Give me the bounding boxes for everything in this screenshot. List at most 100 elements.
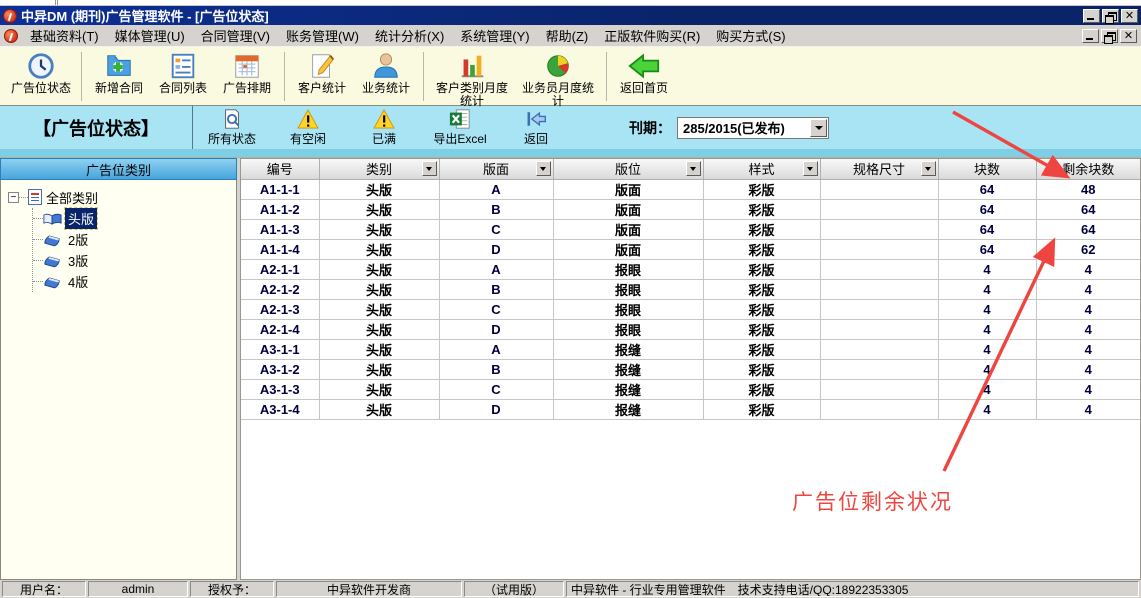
table-row[interactable]: A3-1-2头版B报缝彩版44: [241, 359, 1140, 379]
menu-item[interactable]: 购买方式(S): [708, 24, 793, 47]
column-filter-button[interactable]: [536, 161, 551, 176]
menu-item[interactable]: 媒体管理(U): [107, 24, 193, 47]
table-row[interactable]: A2-1-3头版C报眼彩版44: [241, 299, 1140, 319]
menu-item[interactable]: 帮助(Z): [538, 24, 597, 47]
tree-root-all-categories[interactable]: − 全部类别: [3, 186, 234, 208]
table-row[interactable]: A3-1-4头版D报缝彩版44: [241, 399, 1140, 419]
toolbar-button[interactable]: 返回首页: [612, 49, 676, 104]
table-row[interactable]: A2-1-1头版A报眼彩版44: [241, 259, 1140, 279]
return-arrow-icon: [525, 109, 547, 129]
table-row[interactable]: A2-1-2头版B报眼彩版44: [241, 279, 1140, 299]
mdi-close-button[interactable]: [1120, 29, 1137, 43]
toolbar-button-label: 业务统计: [362, 82, 410, 95]
combo-dropdown-button[interactable]: [810, 119, 827, 137]
tree-item-2版[interactable]: 2版: [33, 229, 234, 250]
status-cell: 中异软件开发商: [276, 581, 462, 597]
filter-state-button[interactable]: 有空闲: [277, 108, 339, 148]
tree-item-3版[interactable]: 3版: [33, 250, 234, 271]
cell-块数: 4: [938, 399, 1036, 419]
toolbar-separator: [606, 52, 607, 101]
issue-combobox[interactable]: 285/2015(已发布): [677, 117, 829, 139]
toolbar-separator: [284, 52, 285, 101]
issue-selector: 刊期： 285/2015(已发布): [629, 117, 829, 139]
table-row[interactable]: A1-1-3头版C版面彩版6464: [241, 219, 1140, 239]
cell-块数: 64: [938, 219, 1036, 239]
warning-icon: [373, 109, 395, 129]
toolbar-button-label: 客户统计: [298, 82, 346, 95]
table-row[interactable]: A1-1-4头版D版面彩版6462: [241, 239, 1140, 259]
menu-item[interactable]: 统计分析(X): [367, 24, 452, 47]
toolbar-separator: [423, 52, 424, 101]
menu-item[interactable]: 合同管理(V): [193, 24, 278, 47]
menu-item[interactable]: 账务管理(W): [278, 24, 367, 47]
tree-item-label: 4版: [65, 271, 91, 292]
menu-item[interactable]: 系统管理(Y): [452, 24, 537, 47]
filter-state-button[interactable]: 所有状态: [201, 108, 263, 148]
chevron-down-icon: [925, 167, 931, 171]
radio-tower-icon: [4, 29, 18, 43]
mdi-restore-button[interactable]: [1101, 29, 1118, 43]
table-row[interactable]: A2-1-4头版D报眼彩版44: [241, 319, 1140, 339]
cell-版面: B: [439, 199, 553, 219]
cell-版位: 报缝: [553, 399, 703, 419]
toolbar-button[interactable]: 业务员月度统计: [515, 49, 601, 104]
content-area: 广告位类别 − 全部类别 头版2版3版4版 编号类别版面版位样式规格尺寸块数剩余…: [0, 158, 1141, 580]
cell-块数: 4: [938, 359, 1036, 379]
artifact-tick: [55, 0, 56, 5]
toolbar-button-label: 广告排期: [223, 82, 271, 95]
filter-state-button[interactable]: 已满: [353, 108, 415, 148]
table-row[interactable]: A3-1-1头版A报缝彩版44: [241, 339, 1140, 359]
column-header-label: 块数: [974, 162, 1000, 177]
toolbar-button-label: 广告位状态: [11, 82, 71, 95]
column-filter-button[interactable]: [921, 161, 936, 176]
cell-类别: 头版: [319, 379, 439, 399]
filter-state-button-label: 有空闲: [290, 130, 326, 147]
tree-item-4版[interactable]: 4版: [33, 271, 234, 292]
cell-编号: A3-1-3: [241, 379, 319, 399]
tree-item-头版[interactable]: 头版: [33, 208, 234, 229]
toolbar-button[interactable]: 合同列表: [151, 49, 215, 104]
cell-块数: 4: [938, 279, 1036, 299]
toolbar-button[interactable]: 业务统计: [354, 49, 418, 104]
close-button[interactable]: [1121, 9, 1138, 23]
green-back-arrow-icon: [628, 51, 660, 81]
table-row[interactable]: A3-1-3头版C报缝彩版44: [241, 379, 1140, 399]
cell-规格尺寸: [820, 399, 938, 419]
book-icon: [43, 254, 61, 268]
column-header-版位: 版位: [553, 159, 703, 179]
toolbar-button[interactable]: 新增合同: [87, 49, 151, 104]
filter-state-button[interactable]: 导出Excel: [429, 108, 491, 148]
tree-children: 头版2版3版4版: [32, 208, 234, 292]
column-filter-button[interactable]: [686, 161, 701, 176]
table-row[interactable]: A1-1-2头版B版面彩版6464: [241, 199, 1140, 219]
issue-label: 刊期：: [629, 118, 671, 138]
toolbar-button[interactable]: 客户类别月度统计: [429, 49, 515, 104]
column-header-规格尺寸: 规格尺寸: [820, 159, 938, 179]
pencil-doc-icon: [306, 51, 338, 81]
menu-item[interactable]: 正版软件购买(R): [596, 24, 708, 47]
calendar-icon: [231, 51, 263, 81]
toolbar-button[interactable]: 广告位状态: [6, 49, 76, 104]
cell-类别: 头版: [319, 399, 439, 419]
column-header-label: 类别: [366, 162, 392, 177]
status-cell: 中异软件 - 行业专用管理软件 技术支持电话/QQ:18922353305: [566, 581, 1139, 597]
toolbar-button[interactable]: 客户统计: [290, 49, 354, 104]
collapse-icon[interactable]: −: [8, 192, 19, 203]
column-filter-button[interactable]: [803, 161, 818, 176]
menu-item[interactable]: 基础资料(T): [22, 24, 107, 47]
filter-state-button[interactable]: 返回: [505, 108, 567, 148]
restore-button[interactable]: [1102, 9, 1119, 23]
cell-样式: 彩版: [703, 199, 820, 219]
cell-编号: A1-1-2: [241, 199, 319, 219]
toolbar-button[interactable]: 广告排期: [215, 49, 279, 104]
cell-版位: 版面: [553, 199, 703, 219]
top-edge-artifact: [0, 0, 1141, 6]
mdi-minimize-button[interactable]: [1082, 29, 1099, 43]
minimize-button[interactable]: [1083, 9, 1100, 23]
table-row[interactable]: A1-1-1头版A版面彩版6448: [241, 179, 1140, 199]
warning-icon: [297, 109, 319, 129]
window-title: 中异DM (期刊)广告管理软件 - [广告位状态]: [21, 6, 1079, 25]
issue-value: 285/2015(已发布): [678, 118, 810, 137]
column-filter-button[interactable]: [422, 161, 437, 176]
section-buttons: 所有状态有空闲 已满导出Excel 返回: [201, 108, 567, 148]
